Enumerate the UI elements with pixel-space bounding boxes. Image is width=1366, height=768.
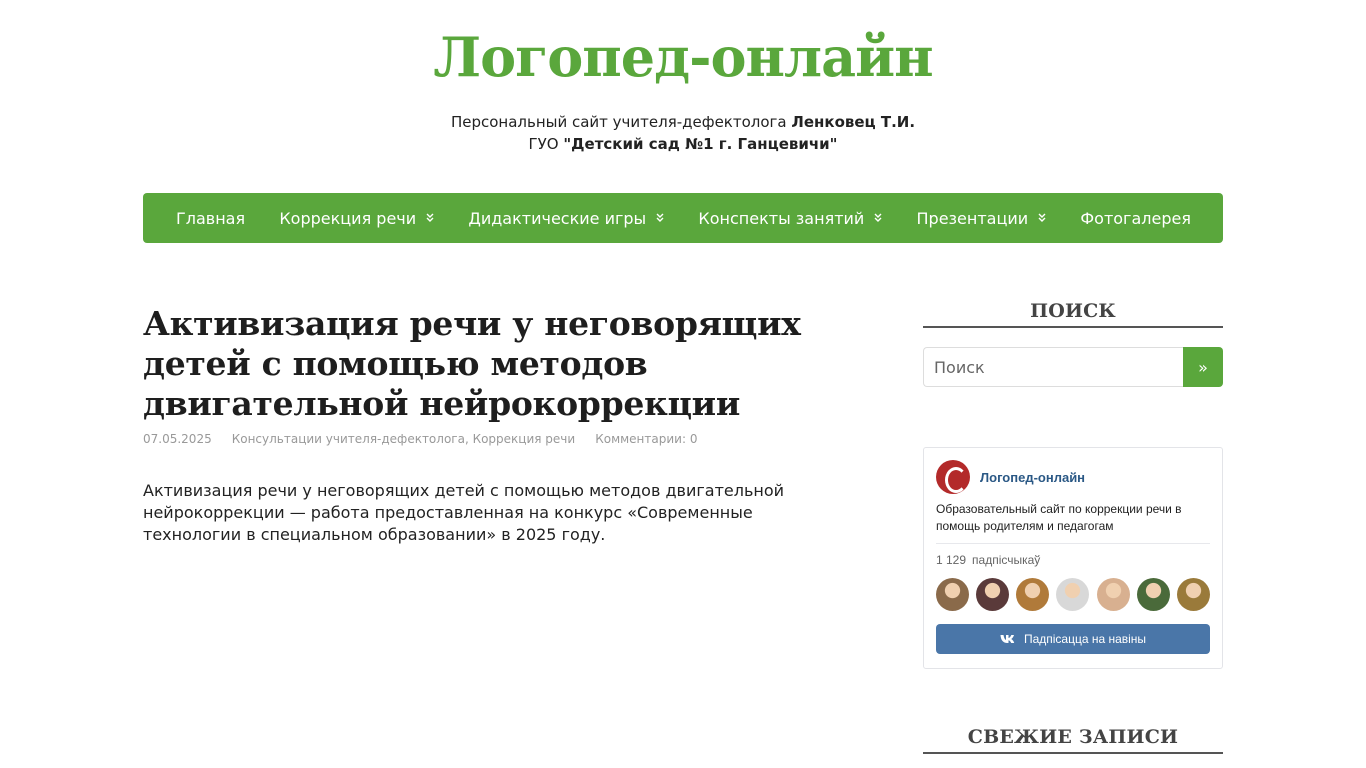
site-description: Персональный сайт учителя-дефектолога Ле…: [0, 111, 1366, 155]
chevron-double-down-icon: [656, 213, 664, 222]
avatar[interactable]: [1176, 578, 1210, 611]
vk-widget-header: Логопед-онлайн: [936, 460, 1210, 494]
chevron-double-down-icon: [1038, 213, 1046, 222]
avatar[interactable]: [976, 578, 1010, 611]
post-body: Активизация речи у неговорящих детей с п…: [143, 481, 785, 544]
nav-item-speech-correction[interactable]: Коррекция речи: [279, 209, 434, 228]
vk-community-name[interactable]: Логопед-онлайн: [980, 470, 1085, 485]
nav-item-didactic-games[interactable]: Дидактические игры: [468, 209, 664, 228]
avatar[interactable]: [936, 578, 969, 611]
community-logo-icon[interactable]: [936, 460, 970, 494]
vk-subscribe-button[interactable]: Падпісацца на навіны: [936, 624, 1210, 654]
chevron-double-down-icon: [874, 213, 882, 222]
search-button[interactable]: »: [1183, 347, 1223, 387]
vk-community-widget: Логопед-онлайн Образовательный сайт по к…: [923, 447, 1223, 669]
chevron-double-down-icon: [426, 213, 434, 222]
avatar[interactable]: [1056, 578, 1090, 611]
avatar[interactable]: [1016, 578, 1050, 611]
site-desc-line1: Персональный сайт учителя-дефектолога Ле…: [450, 113, 916, 131]
avatar[interactable]: [1136, 578, 1170, 611]
post-title: Активизация речи у неговорящих детей с п…: [143, 304, 801, 423]
main-nav: Главная Коррекция речи Дидактические игр…: [143, 193, 1223, 243]
search-input[interactable]: [923, 347, 1183, 387]
nav-item-lesson-notes[interactable]: Конспекты занятий: [698, 209, 882, 228]
post-comments-link[interactable]: Комментарии: 0: [595, 432, 697, 446]
search-form: »: [923, 347, 1223, 387]
nav-item-photo-gallery[interactable]: Фотогалерея: [1080, 209, 1191, 228]
avatar[interactable]: [1096, 578, 1130, 611]
post-meta: 07.05.2025 Консультации учителя-дефектол…: [143, 432, 697, 446]
nav-item-home[interactable]: Главная: [176, 209, 245, 228]
site-title[interactable]: Логопед-онлайн: [0, 22, 1366, 92]
post-categories-link[interactable]: Консультации учителя-дефектолога, Коррек…: [232, 432, 575, 446]
post-date: 07.05.2025: [143, 432, 212, 446]
recent-posts-widget-title: СВЕЖИЕ ЗАПИСИ: [923, 726, 1223, 754]
vk-community-description: Образовательный сайт по коррекции речи в…: [936, 501, 1210, 544]
vk-subscriber-avatars: [936, 578, 1210, 611]
site-desc-line2: ГУО "Детский сад №1 г. Ганцевичи": [528, 135, 838, 153]
nav-item-presentations[interactable]: Презентации: [917, 209, 1047, 228]
vk-subscriber-count[interactable]: 1 129 падпісчыкаў: [936, 553, 1210, 567]
search-widget-title: ПОИСК: [923, 300, 1223, 328]
vk-logo-icon: [1000, 635, 1015, 643]
